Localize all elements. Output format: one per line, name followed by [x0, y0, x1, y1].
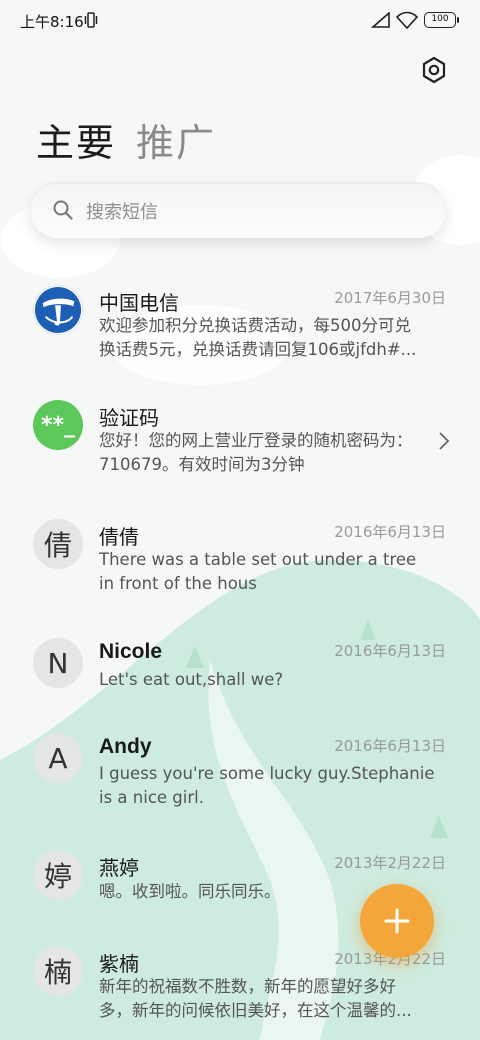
- message-preview: 新年的祝福数不胜数，新年的愿望好多好 多，新年的问候依旧美好，在这个温馨的...: [99, 975, 435, 1023]
- status-time: 上午8:16: [20, 13, 84, 31]
- chevron-right-icon: [439, 432, 450, 450]
- message-preview: 您好！您的网上营业厅登录的随机密码为： 710679。有效时间为3分钟: [99, 429, 435, 477]
- preview-line: in front of the hous: [99, 574, 257, 593]
- gear-icon: [422, 56, 446, 84]
- message-date: 2016年6月13日: [334, 523, 446, 541]
- preview-line: Let's eat out,shall we?: [99, 670, 284, 689]
- preview-line: 欢迎参加积分兑换话费活动，每500分可兑: [99, 316, 411, 335]
- message-preview: Let's eat out,shall we?: [99, 668, 435, 692]
- message-preview: There was a table set out under a tree i…: [99, 548, 435, 596]
- preview-line: 换话费5元，兑换话费请回复106或jfdh#...: [99, 340, 417, 359]
- preview-line: 新年的祝福数不胜数，新年的愿望好多好: [99, 977, 396, 996]
- message-item-qianqian[interactable]: 倩 倩倩 2016年6月13日 There was a table set ou…: [0, 503, 480, 613]
- preview-line: I guess you're some lucky guy.Stephanie: [99, 764, 435, 783]
- message-date: 2016年6月13日: [334, 737, 446, 755]
- vibrate-icon: [84, 12, 98, 28]
- message-item-china-telecom[interactable]: 中国电信 2017年6月30日 欢迎参加积分兑换话费活动，每500分可兑 换话费…: [0, 270, 480, 380]
- contact-name: 验证码: [99, 406, 159, 430]
- contact-name: 燕婷: [99, 856, 139, 880]
- search-input[interactable]: 搜索短信: [86, 198, 158, 224]
- tab-bar: 主要 推广: [36, 112, 216, 167]
- contact-avatar: 楠: [33, 946, 83, 996]
- tab-main[interactable]: 主要: [36, 112, 116, 167]
- verification-avatar: **_: [33, 400, 83, 450]
- contact-avatar: 倩: [33, 519, 83, 569]
- contact-name: Andy: [99, 735, 152, 758]
- preview-line: 710679。有效时间为3分钟: [99, 455, 305, 474]
- message-date: 2013年2月22日: [334, 854, 446, 872]
- preview-line: There was a table set out under a tree: [99, 550, 417, 569]
- plus-icon: [384, 908, 410, 934]
- message-item-nicole[interactable]: N Nicole 2016年6月13日 Let's eat out,shall …: [0, 622, 480, 712]
- contact-name: Nicole: [99, 640, 163, 663]
- signal-icon: [371, 12, 390, 28]
- contact-avatar: N: [33, 638, 83, 688]
- contact-name: 中国电信: [99, 291, 179, 315]
- search-icon: [53, 200, 73, 220]
- message-item-verification-code[interactable]: **_ 验证码 您好！您的网上营业厅登录的随机密码为： 710679。有效时间为…: [0, 385, 480, 495]
- settings-button[interactable]: [418, 54, 450, 86]
- battery-indicator: 100: [424, 12, 459, 28]
- contact-avatar: 婷: [33, 850, 83, 900]
- china-telecom-logo-icon: [34, 286, 82, 334]
- message-preview: I guess you're some lucky guy.Stephanie …: [99, 762, 435, 810]
- search-bar[interactable]: 搜索短信: [30, 182, 446, 238]
- new-message-button[interactable]: [360, 884, 434, 958]
- contact-avatar: A: [33, 733, 83, 783]
- contact-name: 倩倩: [99, 525, 139, 549]
- preview-line: 多，新年的问候依旧美好，在这个温馨的...: [99, 1001, 412, 1020]
- tab-promotion[interactable]: 推广: [136, 112, 216, 167]
- message-date: 2016年6月13日: [334, 642, 446, 660]
- preview-line: is a nice girl.: [99, 788, 204, 807]
- preview-line: 您好！您的网上营业厅登录的随机密码为：: [99, 431, 413, 450]
- china-telecom-logo-avatar: [33, 285, 83, 335]
- wifi-icon: [396, 11, 418, 29]
- message-date: 2017年6月30日: [334, 289, 446, 307]
- message-preview: 欢迎参加积分兑换话费活动，每500分可兑 换话费5元，兑换话费请回复106或jf…: [99, 314, 435, 362]
- message-item-andy[interactable]: A Andy 2016年6月13日 I guess you're some lu…: [0, 717, 480, 827]
- contact-name: 紫楠: [99, 952, 139, 976]
- status-bar: 上午8:16 100: [0, 0, 480, 40]
